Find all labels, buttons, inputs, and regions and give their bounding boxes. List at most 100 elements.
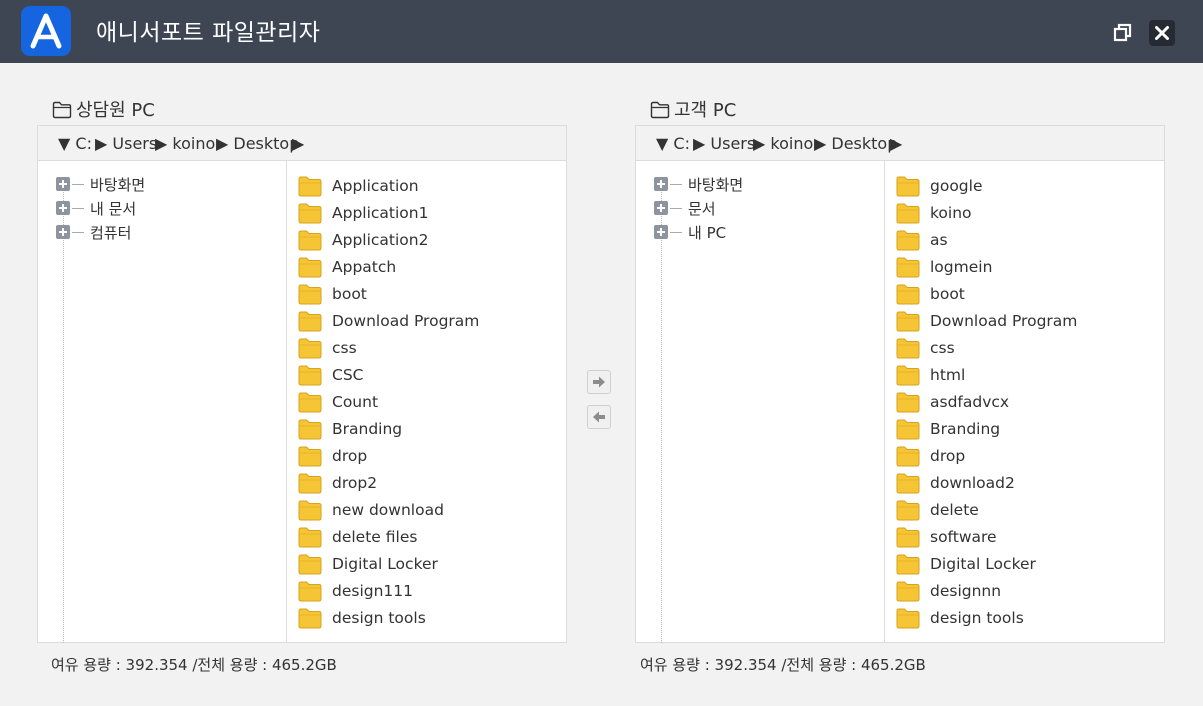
file-item[interactable]: Application — [298, 172, 419, 199]
folder-icon — [298, 257, 322, 277]
file-name: asdfadvcx — [930, 392, 1010, 411]
expand-icon[interactable] — [56, 201, 70, 215]
file-item[interactable]: Branding — [298, 415, 402, 442]
folder-icon — [298, 365, 322, 385]
file-item[interactable]: design tools — [298, 604, 426, 631]
file-item[interactable]: as — [896, 226, 948, 253]
file-item[interactable]: download2 — [896, 469, 1015, 496]
file-name: drop2 — [332, 473, 378, 492]
tree-item-label: 내 문서 — [90, 199, 137, 218]
left-storage-info: 여유 용량 : 392.354 /전체 용량 : 465.2GB — [51, 656, 337, 674]
file-name: koino — [930, 203, 972, 222]
left-panel: ▼ C: ▶ Users ▶ koino ▶ Desktop ▶ 바탕화면 내 … — [37, 125, 567, 643]
file-item[interactable]: delete — [896, 496, 979, 523]
file-item[interactable]: boot — [896, 280, 965, 307]
transfer-right-button[interactable] — [587, 370, 611, 394]
folder-icon — [896, 581, 920, 601]
folder-icon — [896, 176, 920, 196]
tree-item-label: 바탕화면 — [688, 175, 744, 194]
right-breadcrumb: ▼ C: ▶ Users ▶ koino ▶ Desktop ▶ — [636, 126, 1164, 161]
expand-icon[interactable] — [654, 201, 668, 215]
tree-item[interactable]: 문서 — [654, 197, 716, 219]
file-item[interactable]: logmein — [896, 253, 992, 280]
file-item[interactable]: css — [896, 334, 955, 361]
file-item[interactable]: design111 — [298, 577, 413, 604]
file-name: software — [930, 527, 997, 546]
file-item[interactable]: drop — [896, 442, 965, 469]
expand-icon[interactable] — [56, 177, 70, 191]
breadcrumb-koino[interactable]: ▶ koino — [753, 134, 813, 153]
file-name: Download Program — [930, 311, 1078, 330]
file-item[interactable]: boot — [298, 280, 367, 307]
tree-item[interactable]: 컴퓨터 — [56, 221, 131, 243]
file-item[interactable]: designnn — [896, 577, 1001, 604]
file-name: Download Program — [332, 311, 480, 330]
file-item[interactable]: Digital Locker — [896, 550, 1036, 577]
right-folder-tree: 바탕화면 문서 내 PC — [636, 161, 885, 643]
folder-icon — [896, 365, 920, 385]
expand-icon[interactable] — [654, 225, 668, 239]
file-item[interactable]: koino — [896, 199, 972, 226]
file-item[interactable]: html — [896, 361, 965, 388]
file-name: delete files — [332, 527, 418, 546]
file-item[interactable]: delete files — [298, 523, 417, 550]
transfer-left-button[interactable] — [587, 405, 611, 429]
file-item[interactable]: Application1 — [298, 199, 428, 226]
file-name: html — [930, 365, 966, 384]
file-item[interactable]: software — [896, 523, 997, 550]
folder-icon — [298, 284, 322, 304]
folder-icon — [298, 203, 322, 223]
tree-item[interactable]: 내 PC — [654, 221, 726, 243]
folder-icon — [896, 257, 920, 277]
file-name: logmein — [930, 257, 993, 276]
folder-icon — [298, 554, 322, 574]
folder-icon — [896, 446, 920, 466]
file-item[interactable]: CSC — [298, 361, 363, 388]
breadcrumb-expand[interactable]: ▶ — [890, 134, 902, 153]
file-item[interactable]: drop — [298, 442, 367, 469]
tree-item-label: 내 PC — [688, 223, 727, 242]
restore-button[interactable] — [1110, 20, 1136, 46]
file-name: Application2 — [332, 230, 429, 249]
file-item[interactable]: Branding — [896, 415, 1000, 442]
file-item[interactable]: drop2 — [298, 469, 377, 496]
file-item[interactable]: css — [298, 334, 357, 361]
file-item[interactable]: Appatch — [298, 253, 396, 280]
tree-item-label: 바탕화면 — [90, 175, 146, 194]
folder-icon — [298, 500, 322, 520]
folder-icon — [896, 419, 920, 439]
breadcrumb-desktop[interactable]: ▶ Desktop — [216, 134, 299, 153]
folder-outline-icon — [52, 101, 72, 118]
left-folder-tree: 바탕화면 내 문서 컴퓨터 — [38, 161, 287, 643]
breadcrumb-drive[interactable]: ▼ C: — [656, 134, 690, 153]
expand-icon[interactable] — [56, 225, 70, 239]
expand-icon[interactable] — [654, 177, 668, 191]
breadcrumb-expand[interactable]: ▶ — [292, 134, 304, 153]
file-item[interactable]: design tools — [896, 604, 1024, 631]
breadcrumb-users[interactable]: ▶ Users — [693, 134, 755, 153]
right-file-list: google koino as logmein boot Download Pr… — [886, 162, 1162, 640]
tree-item[interactable]: 바탕화면 — [56, 173, 145, 195]
folder-icon — [896, 230, 920, 250]
breadcrumb-desktop[interactable]: ▶ Desktop — [814, 134, 897, 153]
file-item[interactable]: Digital Locker — [298, 550, 438, 577]
tree-item[interactable]: 내 문서 — [56, 197, 136, 219]
file-item[interactable]: asdfadvcx — [896, 388, 1009, 415]
breadcrumb-users[interactable]: ▶ Users — [95, 134, 157, 153]
file-item[interactable]: google — [896, 172, 983, 199]
breadcrumb-koino[interactable]: ▶ koino — [155, 134, 215, 153]
folder-icon — [896, 203, 920, 223]
file-item[interactable]: Download Program — [896, 307, 1077, 334]
right-storage-info: 여유 용량 : 392.354 /전체 용량 : 465.2GB — [640, 656, 926, 674]
tree-item[interactable]: 바탕화면 — [654, 173, 743, 195]
file-item[interactable]: Count — [298, 388, 378, 415]
file-name: Branding — [930, 419, 1001, 438]
file-name: design111 — [332, 581, 414, 600]
folder-icon — [298, 392, 322, 412]
file-item[interactable]: new download — [298, 496, 444, 523]
file-item[interactable]: Application2 — [298, 226, 428, 253]
close-button[interactable] — [1149, 20, 1175, 46]
left-panel-title-text: 상담원 PC — [76, 100, 155, 121]
breadcrumb-drive[interactable]: ▼ C: — [58, 134, 92, 153]
file-item[interactable]: Download Program — [298, 307, 479, 334]
